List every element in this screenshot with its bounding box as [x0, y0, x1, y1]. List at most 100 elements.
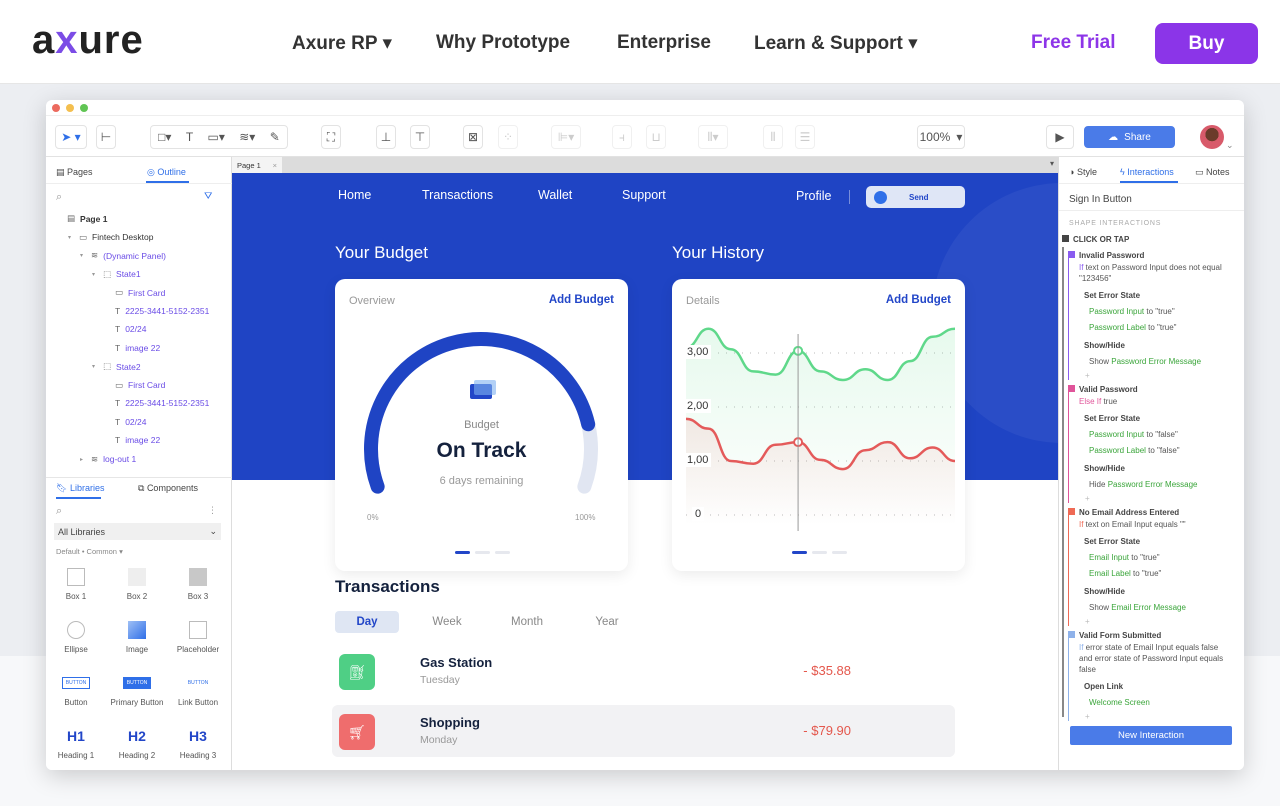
outline-item[interactable]: ▾ ≋ (Dynamic Panel) [80, 250, 166, 261]
share-button[interactable]: ☁ Share [1084, 126, 1175, 148]
outline-item[interactable]: ▾ ⬚ State2 [92, 361, 141, 372]
component-heading-2[interactable]: H2 Heading 2 [107, 727, 167, 760]
component-image[interactable]: Image [107, 621, 167, 654]
pager[interactable] [455, 551, 510, 554]
tab-notes[interactable]: ▭ Notes [1195, 167, 1230, 178]
outline-item[interactable]: ▭ First Card [104, 287, 165, 298]
align-bottom-icon[interactable]: ⊥ [376, 125, 396, 149]
component-box-2[interactable]: Box 2 [107, 568, 167, 601]
user-avatar[interactable] [1200, 125, 1224, 149]
component-link-button[interactable]: BUTTON Link Button [168, 674, 228, 707]
tab-month[interactable]: Month [495, 611, 559, 633]
nav-transactions[interactable]: Transactions [422, 188, 493, 202]
search-icon[interactable]: ⌕ [56, 505, 62, 518]
widget-tool-icon[interactable]: ▭▾ [208, 130, 225, 144]
collapse-icon[interactable] [1068, 385, 1075, 392]
nav-why-prototype[interactable]: Why Prototype [436, 32, 570, 54]
text-tool-icon[interactable]: T [186, 130, 193, 144]
zoom-select[interactable]: 100% ▾ [917, 125, 965, 149]
action-title[interactable]: Show/Hide [1084, 586, 1125, 597]
component-box-3[interactable]: Box 3 [168, 568, 228, 601]
collapse-icon[interactable] [1068, 631, 1075, 638]
outline-item[interactable]: Timage 22 [104, 435, 160, 445]
library-select[interactable]: All Libraries ⌄ [54, 523, 221, 540]
outline-item[interactable]: ▸ ≋ log-out 1 [80, 454, 136, 465]
align-top-icon[interactable]: ⊤ [410, 125, 430, 149]
action-detail[interactable]: Show Email Error Message [1089, 602, 1186, 613]
case-header[interactable]: Valid Password [1068, 384, 1138, 395]
case-condition[interactable]: If error state of Email Input equals fal… [1079, 642, 1229, 675]
outline-item[interactable]: T 2225-3441-5152-2351 [104, 306, 209, 316]
add-action-icon[interactable]: + [1085, 493, 1090, 504]
caret-icon[interactable]: ▾ [92, 363, 98, 370]
transaction-row[interactable]: ⛽︎ Gas Station Tuesday - $35.88 [332, 645, 955, 697]
pen-tool-icon[interactable]: ✎ [270, 130, 280, 144]
outline-item[interactable]: ▤ Page 1 [56, 213, 107, 224]
caret-icon[interactable]: ▾ [92, 271, 98, 278]
outline-item[interactable]: ▾ ▭ Fintech Desktop [68, 232, 153, 243]
chevron-down-icon[interactable]: ⌄ [1226, 140, 1234, 151]
action-detail[interactable]: Welcome Screen [1089, 697, 1150, 708]
nav-profile[interactable]: Profile [796, 189, 831, 203]
new-interaction-button[interactable]: New Interaction [1070, 726, 1232, 745]
add-action-icon[interactable]: + [1085, 711, 1090, 722]
action-title[interactable]: Set Error State [1084, 536, 1140, 547]
component-ellipse[interactable]: Ellipse [46, 621, 106, 654]
action-detail[interactable]: Email Label to "true" [1089, 568, 1161, 579]
action-detail[interactable]: Password Label to "true" [1089, 322, 1177, 333]
tab-year[interactable]: Year [575, 611, 639, 633]
component-placeholder[interactable]: Placeholder [168, 621, 228, 654]
rectangle-tool-icon[interactable]: □▾ [158, 130, 171, 144]
distribute-v-icon[interactable]: ⊔ [646, 125, 666, 149]
add-action-icon[interactable]: + [1085, 370, 1090, 381]
nav-support[interactable]: Support [622, 188, 666, 202]
nav-axure-rp[interactable]: Axure RP ▾ [292, 32, 392, 55]
close-window-icon[interactable] [52, 104, 60, 112]
distribute-h-icon[interactable]: ⫞ [612, 125, 632, 149]
align-icon[interactable]: ⊫▾ [551, 125, 581, 149]
component-primary-button[interactable]: BUTTON Primary Button [107, 674, 167, 707]
case-condition[interactable]: Else If true [1079, 396, 1229, 407]
component-button[interactable]: BUTTON Button [46, 674, 106, 707]
outline-item[interactable]: ▾ ⬚ State1 [92, 269, 141, 280]
transform-icon[interactable]: ⛶ [321, 125, 341, 149]
preview-button[interactable]: ▶ [1046, 125, 1074, 149]
collapse-icon[interactable] [1068, 251, 1075, 258]
case-header[interactable]: Invalid Password [1068, 250, 1144, 261]
tab-components[interactable]: ⧉ Components [138, 483, 198, 494]
outline-item[interactable]: ▭ First Card [104, 380, 165, 391]
case-condition[interactable]: If text on Email Input equals "" [1079, 519, 1229, 530]
tab-pages[interactable]: ▤ Pages [56, 167, 93, 178]
tab-interactions[interactable]: ϟ Interactions [1120, 167, 1174, 177]
collapse-icon[interactable] [1068, 508, 1075, 515]
tab-outline[interactable]: ◎ Outline [147, 167, 186, 178]
action-title[interactable]: Show/Hide [1084, 463, 1125, 474]
caret-icon[interactable]: ▸ [80, 456, 86, 463]
nav-wallet[interactable]: Wallet [538, 188, 572, 202]
outline-item[interactable]: T 02/24 [104, 324, 146, 334]
action-detail[interactable]: Password Label to "false" [1089, 445, 1180, 456]
case-header[interactable]: Valid Form Submitted [1068, 630, 1161, 641]
close-tab-icon[interactable]: × [273, 161, 277, 170]
event-click-or-tap[interactable]: CLICK OR TAP [1062, 235, 1129, 244]
buy-button[interactable]: Buy [1155, 23, 1258, 64]
caret-icon[interactable]: ▾ [80, 252, 86, 259]
tab-day[interactable]: Day [335, 611, 399, 633]
spacing-icon[interactable]: ⫴▾ [698, 125, 728, 149]
outline-item[interactable]: T 2225-3441-5152-2351 [104, 398, 209, 408]
group-icon[interactable]: ⊠ [463, 125, 483, 149]
library-path[interactable]: Default • Common ▾ [56, 547, 123, 556]
outline-item[interactable]: T 02/24 [104, 417, 146, 427]
tab-week[interactable]: Week [415, 611, 479, 633]
select-tool-icon[interactable]: ➤ ▾ [55, 125, 87, 149]
minimize-window-icon[interactable] [66, 104, 74, 112]
match-width-icon[interactable]: ⫴ [763, 125, 783, 149]
tab-libraries[interactable]: 🔖︎ Libraries [56, 483, 104, 494]
more-icon[interactable]: ⋮ [208, 505, 217, 516]
case-header[interactable]: No Email Address Entered [1068, 507, 1179, 518]
nav-enterprise[interactable]: Enterprise [617, 32, 711, 54]
selected-widget-name[interactable]: Sign In Button [1069, 194, 1132, 205]
connector-tool-icon[interactable]: ⊢ [96, 125, 116, 149]
maximize-window-icon[interactable] [80, 104, 88, 112]
case-condition[interactable]: If text on Password Input does not equal… [1079, 262, 1229, 284]
